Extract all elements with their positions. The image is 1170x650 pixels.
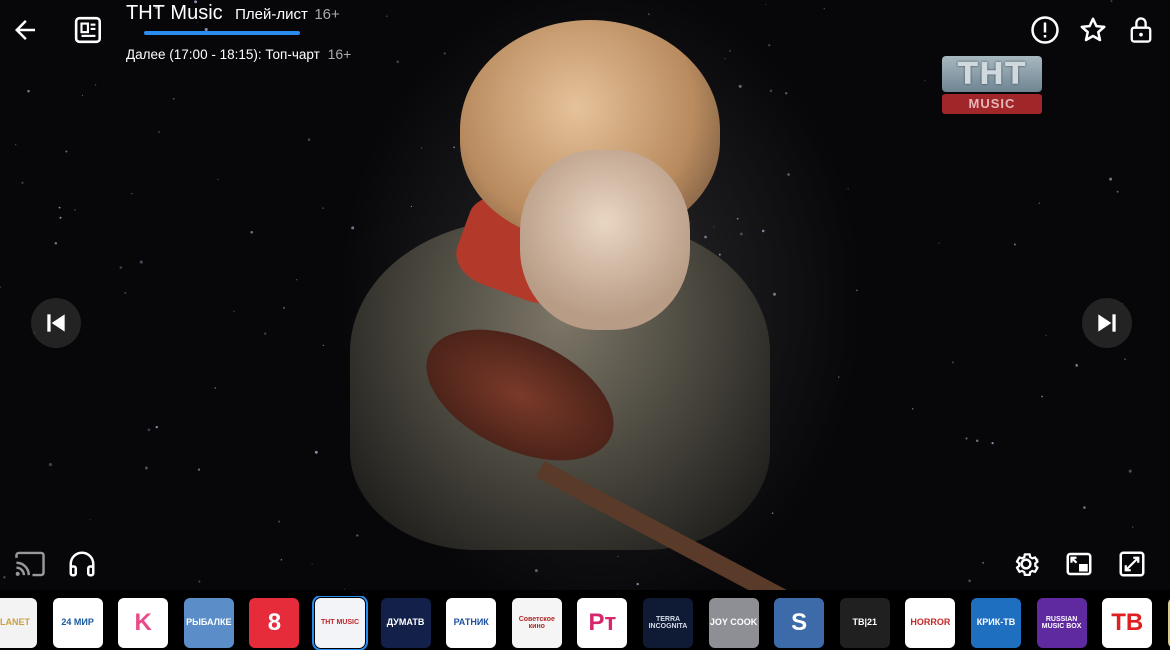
channel-tile[interactable]: ТВ bbox=[1102, 598, 1153, 648]
picture-in-picture-icon[interactable] bbox=[1061, 546, 1097, 582]
channel-tile[interactable]: PLANET bbox=[0, 598, 37, 648]
channel-tile[interactable]: РАТНИК bbox=[446, 598, 497, 648]
cast-icon[interactable] bbox=[12, 546, 48, 582]
channel-strip: PLANET 24 МИР K РЫБАЛКЕ 8 ТНТ MUSIC ДУМАТВ РАТН… bbox=[0, 596, 1170, 650]
channel-tile-label: JOY COOK bbox=[709, 617, 758, 628]
channel-tile-label: S bbox=[791, 609, 808, 637]
channel-tile[interactable]: RUSSIAN MUSIC BOX bbox=[1036, 598, 1087, 648]
watermark-bottom: MUSIC bbox=[942, 94, 1042, 114]
channel-tile[interactable]: КРИК-ТВ bbox=[971, 598, 1021, 648]
lock-icon[interactable] bbox=[1126, 12, 1156, 48]
now-playing-title: ТНТ Music Плей-лист 16+ bbox=[126, 2, 340, 25]
top-actions bbox=[1030, 12, 1156, 48]
channel-tile-label: PLANET bbox=[0, 617, 30, 628]
channel-name: ТНТ Music bbox=[126, 2, 223, 24]
skip-previous-icon bbox=[47, 314, 65, 332]
fullscreen-icon[interactable] bbox=[1114, 546, 1150, 582]
channel-logo-watermark: ТНТ MUSIC bbox=[942, 56, 1042, 116]
headphones-icon[interactable] bbox=[64, 546, 100, 582]
channel-tile-label: 8 bbox=[267, 609, 282, 637]
channel-tile[interactable]: ДУМАТВ bbox=[380, 598, 431, 648]
channel-tile-label: 24 МИР bbox=[61, 617, 94, 628]
next-channel-button[interactable] bbox=[1082, 298, 1132, 348]
channel-tile-label: HORROR bbox=[910, 617, 951, 628]
channel-tile[interactable]: HORROR bbox=[905, 598, 956, 648]
channel-tile[interactable]: Советское кино bbox=[511, 598, 562, 648]
channel-tile-label: РЫБАЛКЕ bbox=[186, 617, 232, 628]
next-program-label: Далее (17:00 - 18:15): Топ-чарт bbox=[126, 47, 320, 62]
next-program: Далее (17:00 - 18:15): Топ-чарт 16+ bbox=[126, 46, 351, 62]
channel-tile[interactable]: 8 bbox=[249, 598, 300, 648]
program-progress-fill bbox=[144, 31, 300, 35]
channel-tile-label: ТВ bbox=[1111, 609, 1144, 637]
program-progress-bar bbox=[144, 31, 300, 35]
skip-next-icon bbox=[1098, 314, 1116, 332]
channel-tile[interactable]: ТВ|21 bbox=[839, 598, 890, 648]
program-age-rating: 16+ bbox=[314, 6, 340, 23]
video-figure-face bbox=[520, 150, 690, 330]
channel-tile[interactable]: ТНТ MUSIC bbox=[312, 596, 368, 650]
channel-tile-label: ДУМАТВ bbox=[386, 617, 425, 628]
channel-tile[interactable]: Рт bbox=[577, 598, 628, 648]
channel-tile[interactable]: РЫБАЛКЕ bbox=[183, 598, 234, 648]
channel-tile[interactable]: JOY COOK bbox=[708, 598, 759, 648]
next-program-age-rating: 16+ bbox=[327, 46, 352, 62]
channel-tile-label: TERRA INCOGNITA bbox=[648, 615, 688, 630]
channel-tile-label: КРИК-ТВ bbox=[976, 617, 1016, 628]
channel-tile-label: ТНТ MUSIC bbox=[320, 619, 360, 627]
channel-tile-label: Рт bbox=[588, 609, 617, 637]
channel-tile[interactable]: TERRA INCOGNITA bbox=[643, 598, 693, 648]
channel-tile-label: Советское кино bbox=[518, 615, 555, 630]
channel-tile[interactable]: 24 МИР bbox=[52, 598, 103, 648]
previous-channel-button[interactable] bbox=[31, 298, 81, 348]
program-name: Плей-лист bbox=[235, 6, 308, 23]
program-guide-icon[interactable] bbox=[74, 12, 104, 48]
exclamation-circle-icon[interactable] bbox=[1030, 12, 1060, 48]
watermark-top: ТНТ bbox=[942, 56, 1042, 92]
channel-tile-label: RUSSIAN MUSIC BOX bbox=[1041, 615, 1082, 630]
channel-tile[interactable]: S bbox=[774, 598, 825, 648]
channel-tile-label: K bbox=[134, 609, 152, 637]
channel-tile[interactable]: K bbox=[118, 598, 169, 648]
arrow-left-icon[interactable] bbox=[10, 12, 40, 48]
star-outline-icon[interactable] bbox=[1078, 12, 1108, 48]
gear-icon[interactable] bbox=[1008, 546, 1044, 582]
channel-tile-label: ТВ|21 bbox=[852, 617, 878, 628]
channel-tile-label: РАТНИК bbox=[453, 617, 489, 628]
